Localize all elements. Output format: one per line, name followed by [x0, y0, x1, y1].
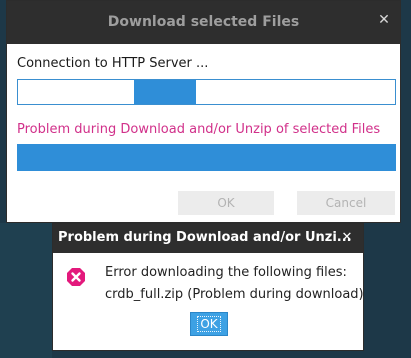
- error-dialog: Problem during Download and/or Unzi... ✕…: [52, 223, 364, 351]
- error-dialog-title: Problem during Download and/or Unzi...: [58, 230, 352, 245]
- connection-status-label: Connection to HTTP Server ...: [17, 56, 209, 71]
- download-dialog-titlebar[interactable]: Download selected Files ✕: [7, 1, 400, 44]
- cancel-button[interactable]: Cancel: [297, 191, 395, 215]
- desktop-background: [0, 223, 52, 358]
- problem-status-label: Problem during Download and/or Unzip of …: [17, 122, 381, 137]
- error-icon: [67, 268, 85, 286]
- download-dialog: Download selected Files ✕ Connection to …: [6, 0, 401, 223]
- connection-progress-bar: [17, 79, 396, 105]
- close-icon[interactable]: ✕: [375, 11, 393, 29]
- close-icon[interactable]: ✕: [339, 229, 355, 247]
- download-progress-bar: [17, 144, 396, 171]
- progress-indicator-chunk: [134, 80, 196, 104]
- download-dialog-title: Download selected Files: [107, 14, 300, 30]
- error-ok-button[interactable]: OK: [190, 312, 228, 336]
- error-ok-label: OK: [197, 316, 221, 332]
- ok-button[interactable]: OK: [178, 191, 274, 215]
- error-message-line2: crdb_full.zip (Problem during download): [105, 287, 364, 302]
- error-dialog-titlebar[interactable]: Problem during Download and/or Unzi... ✕: [53, 224, 363, 253]
- error-message-line1: Error downloading the following files:: [105, 265, 347, 280]
